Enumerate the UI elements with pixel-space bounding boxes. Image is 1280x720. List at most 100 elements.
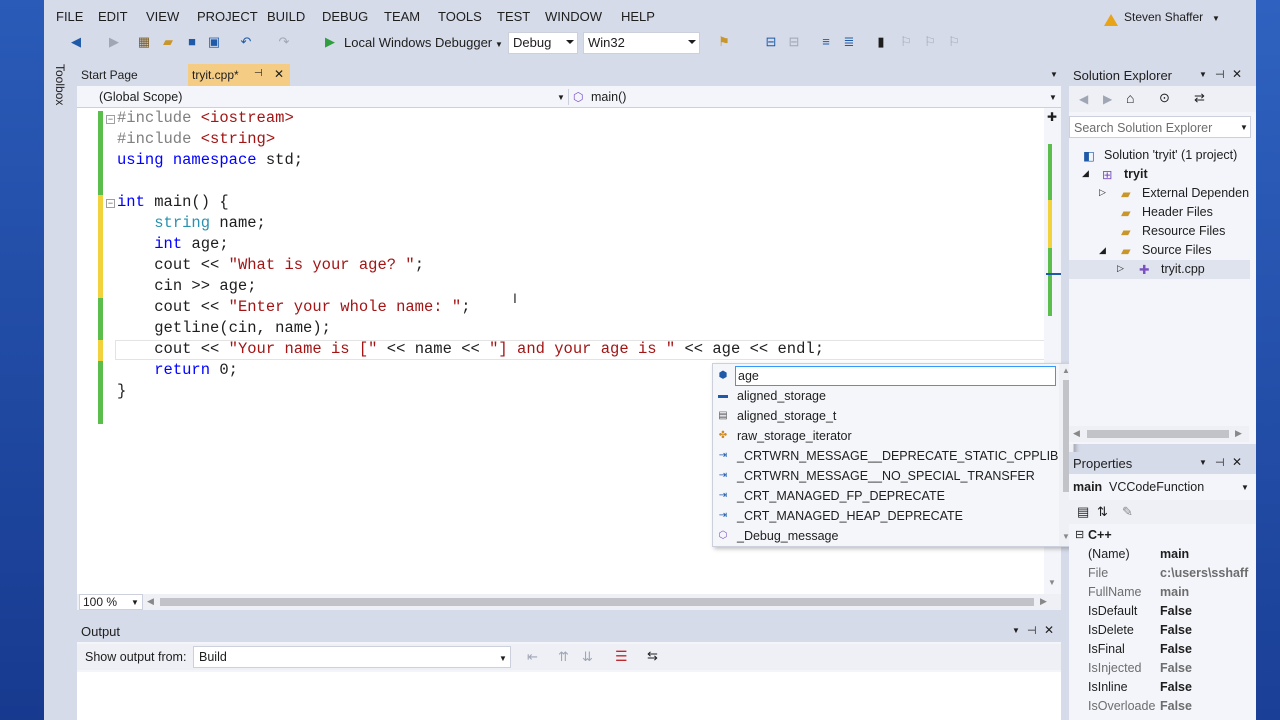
forward-icon[interactable]: ▶ (1103, 92, 1112, 106)
chevron-down-icon[interactable]: ▼ (1049, 93, 1057, 102)
code-line[interactable]: cout << "Your name is [" << name << "] a… (117, 339, 824, 360)
expand-right-icon[interactable]: ▷ (1099, 187, 1106, 198)
tree-file[interactable]: tryit.cpp (1161, 262, 1205, 276)
menu-file[interactable]: FILE (56, 9, 83, 24)
tree-folder[interactable]: Header Files (1142, 205, 1213, 219)
menu-view[interactable]: VIEW (146, 9, 179, 24)
property-row[interactable]: IsInjected False (1083, 659, 1256, 678)
expand-down-icon[interactable]: ◢ (1082, 168, 1089, 179)
warning-icon[interactable] (1104, 14, 1118, 26)
member-dropdown[interactable]: main() (591, 90, 626, 104)
debugger-label[interactable]: Local Windows Debugger (344, 35, 492, 50)
chevron-down-icon[interactable]: ▼ (1240, 123, 1248, 132)
output-source-select[interactable]: Build ▼ (193, 646, 511, 668)
intellisense-item[interactable]: ⬡ _Debug_message (713, 526, 1057, 546)
pin-icon[interactable]: ⊣ (1215, 456, 1225, 469)
intellisense-list[interactable]: ⬢ age ▬ aligned_storage ▤ aligned_storag… (712, 363, 1074, 547)
bookmark-prev-icon[interactable]: ⊟ (763, 34, 779, 50)
tree-solution[interactable]: Solution 'tryit' (1 project) (1104, 148, 1237, 162)
back-icon[interactable]: ◀ (68, 34, 84, 50)
bookmark-icon[interactable]: ▮ (873, 34, 889, 50)
menu-help[interactable]: HELP (621, 9, 655, 24)
find-in-files-icon[interactable]: ⚑ (716, 34, 732, 50)
open-file-icon[interactable]: ▰ (160, 34, 176, 50)
sync-icon[interactable]: ⇄ (1194, 90, 1205, 106)
code-line[interactable]: #include <string> (117, 129, 275, 150)
redo-icon[interactable]: ↷ (276, 34, 292, 50)
code-line[interactable]: using namespace std; (117, 150, 303, 171)
save-all-icon[interactable]: ▣ (206, 34, 222, 50)
close-icon[interactable]: ✕ (274, 67, 284, 81)
next-bookmark-icon[interactable]: ⚐ (922, 34, 938, 50)
pin-icon[interactable]: ⊣ (254, 68, 263, 79)
intellisense-item[interactable]: ⇥ _CRT_MANAGED_HEAP_DEPRECATE (713, 506, 1057, 526)
menu-window[interactable]: WINDOW (545, 9, 602, 24)
scroll-left-icon[interactable]: ◀ (147, 596, 154, 607)
close-icon[interactable]: ✕ (1232, 67, 1242, 81)
history-icon[interactable]: ⊙ (1159, 90, 1170, 106)
intellisense-item-selected[interactable]: ⬢ age (713, 366, 1057, 386)
scroll-right-icon[interactable]: ▶ (1235, 428, 1242, 439)
code-line[interactable]: getline(cin, name); (117, 318, 331, 339)
property-pages-icon[interactable]: ✎ (1122, 504, 1133, 520)
chevron-down-icon[interactable]: ▼ (1212, 14, 1220, 23)
back-icon[interactable]: ◀ (1079, 92, 1088, 106)
code-line[interactable]: string name; (117, 213, 266, 234)
code-line[interactable]: cin >> age; (117, 276, 256, 297)
property-row[interactable]: File c:\users\sshaff (1083, 564, 1256, 583)
solution-search-box[interactable]: Search Solution Explorer ▼ (1069, 116, 1251, 138)
clear-all-icon[interactable]: ☰ (615, 648, 628, 665)
toolbox-tab[interactable]: Toolbox (51, 60, 75, 120)
next-message-icon[interactable]: ⇊ (582, 649, 593, 665)
expand-down-icon[interactable]: ◢ (1099, 245, 1106, 256)
intellisense-item[interactable]: ⇥ _CRTWRN_MESSAGE__NO_SPECIAL_TRANSFER (713, 466, 1057, 486)
tree-folder[interactable]: Resource Files (1142, 224, 1225, 238)
menu-tools[interactable]: TOOLS (438, 9, 482, 24)
intellisense-item[interactable]: ⇥ _CRT_MANAGED_FP_DEPRECATE (713, 486, 1057, 506)
chevron-down-icon[interactable]: ▼ (1012, 626, 1020, 635)
intellisense-item[interactable]: ▬ aligned_storage (713, 386, 1057, 406)
chevron-down-icon[interactable]: ▼ (557, 93, 565, 102)
chevron-down-icon[interactable]: ▼ (1050, 70, 1058, 79)
user-account[interactable]: Steven Shaffer (1124, 10, 1203, 24)
chevron-down-icon[interactable]: ▼ (1199, 70, 1207, 79)
tree-folder[interactable]: Source Files (1142, 243, 1211, 257)
comment-icon[interactable]: ≡ (818, 34, 834, 50)
prev-message-icon[interactable]: ⇈ (558, 649, 569, 665)
property-row[interactable]: (Name) main (1083, 545, 1256, 564)
platform-select[interactable]: Win32 (583, 32, 700, 54)
tab-tryit-cpp[interactable]: tryit.cpp* ⊣ ✕ (188, 64, 290, 86)
prev-bookmark-icon[interactable]: ⚐ (898, 34, 914, 50)
configuration-select[interactable]: Debug (508, 32, 578, 54)
scroll-down-icon[interactable]: ▼ (1048, 578, 1056, 587)
undo-icon[interactable]: ↶ (238, 34, 254, 50)
uncomment-icon[interactable]: ≣ (841, 34, 857, 50)
tree-project[interactable]: tryit (1124, 167, 1148, 181)
output-text-area[interactable] (77, 672, 1061, 720)
menu-project[interactable]: PROJECT (197, 9, 258, 24)
property-row[interactable]: IsInline False (1083, 678, 1256, 697)
property-row[interactable]: IsDefault False (1083, 602, 1256, 621)
property-row[interactable]: IsOverloade False (1083, 697, 1256, 716)
scroll-right-icon[interactable]: ▶ (1040, 596, 1047, 607)
code-line[interactable]: cout << "What is your age? "; (117, 255, 424, 276)
property-row[interactable]: FullName main (1083, 583, 1256, 602)
new-project-icon[interactable]: ▦ (136, 34, 152, 50)
forward-icon[interactable]: ▶ (106, 34, 122, 50)
intellisense-item[interactable]: ⇥ _CRTWRN_MESSAGE__DEPRECATE_STATIC_CPPL… (713, 446, 1059, 466)
intellisense-item[interactable]: ✤ raw_storage_iterator (713, 426, 1057, 446)
outline-collapse-toggle[interactable]: − (106, 115, 115, 124)
horizontal-scroll-thumb[interactable] (160, 598, 1034, 606)
alphabetical-icon[interactable]: ⇅ (1097, 504, 1108, 520)
categorized-icon[interactable]: ▤ (1077, 504, 1089, 520)
property-row[interactable]: IsDelete False (1083, 621, 1256, 640)
menu-test[interactable]: TEST (497, 9, 530, 24)
outline-collapse-toggle[interactable]: − (106, 199, 115, 208)
split-icon[interactable]: ✚ (1047, 110, 1057, 124)
close-icon[interactable]: ✕ (1232, 455, 1242, 469)
word-wrap-icon[interactable]: ⇆ (647, 648, 658, 664)
chevron-down-icon[interactable]: ▼ (1199, 458, 1207, 467)
scope-dropdown[interactable]: (Global Scope) (99, 90, 182, 104)
scroll-left-icon[interactable]: ◀ (1073, 428, 1080, 439)
menu-build[interactable]: BUILD (267, 9, 305, 24)
